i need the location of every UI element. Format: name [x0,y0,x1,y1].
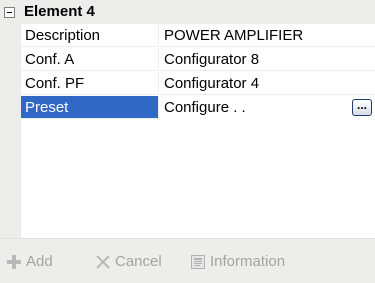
bottom-toolbar: Add Cancel Information [0,238,375,283]
collapse-minus-icon[interactable] [4,7,15,18]
information-label: Information [210,253,286,270]
plus-icon [7,255,21,269]
add-label: Add [26,253,53,270]
property-name[interactable]: Conf. A [21,48,159,71]
property-row-description[interactable]: Description POWER AMPLIFIER [21,24,375,48]
property-value[interactable]: POWER AMPLIFIER [160,24,375,47]
ellipsis-button[interactable]: ... [352,99,372,116]
x-icon [96,255,110,269]
property-value[interactable]: Configurator 8 [160,48,375,71]
group-title: Element 4 [24,3,95,20]
property-name-selected[interactable]: Preset [21,96,159,119]
information-icon [191,255,205,269]
property-row-conf-pf[interactable]: Conf. PF Configurator 4 [21,72,375,96]
property-name[interactable]: Conf. PF [21,72,159,95]
property-row-conf-a[interactable]: Conf. A Configurator 8 [21,48,375,72]
cancel-label: Cancel [115,253,162,270]
property-grid: Element 4 Description POWER AMPLIFIER Co… [0,0,375,238]
property-value[interactable]: Configure . . [160,96,375,119]
grid-left-margin [0,0,21,238]
property-value[interactable]: Configurator 4 [160,72,375,95]
property-name[interactable]: Description [21,24,159,47]
group-header[interactable]: Element 4 [0,0,375,24]
property-row-preset[interactable]: Preset Configure . . ... [21,96,375,120]
